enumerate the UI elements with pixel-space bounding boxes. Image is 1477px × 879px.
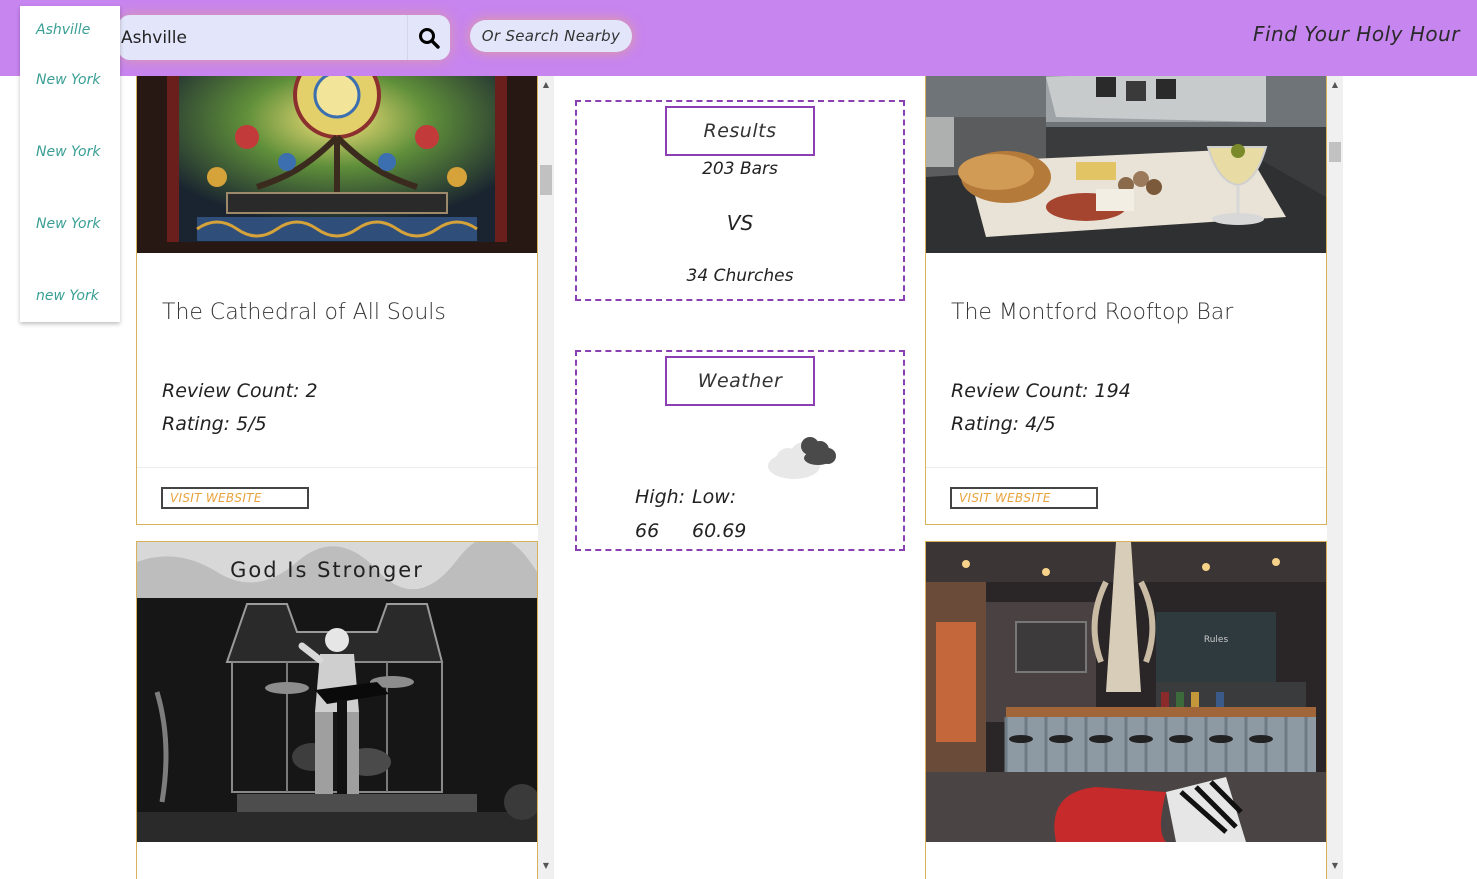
church-image: God Is Stronger: [137, 542, 537, 842]
bar-image: [926, 76, 1326, 253]
scroll-up-arrow-icon[interactable]: ▲: [1327, 78, 1343, 92]
site-tagline: Find Your Holy Hour: [1253, 22, 1460, 46]
search-input[interactable]: [121, 19, 401, 56]
suggestion-item[interactable]: new York: [36, 285, 118, 307]
svg-text:Rules: Rules: [1204, 635, 1229, 645]
bars-scrollbar[interactable]: ▲ ▼: [1327, 76, 1343, 879]
church-image: [137, 76, 537, 253]
scroll-down-arrow-icon[interactable]: ▼: [1327, 859, 1343, 873]
church-rating: Rating: 5/5: [162, 413, 267, 435]
churches-column: The Cathedral of All Souls Review Count:…: [120, 76, 555, 879]
cloudy-icon: [768, 437, 836, 479]
suggestion-item[interactable]: Ashville: [36, 19, 118, 41]
bar-image: Rules: [926, 542, 1326, 842]
results-header: Results: [665, 106, 815, 156]
scroll-up-arrow-icon[interactable]: ▲: [538, 78, 554, 92]
suggestion-item[interactable]: New York: [36, 69, 118, 91]
low-temp-value: 60.69: [692, 520, 747, 542]
suggestion-item[interactable]: New York: [36, 213, 118, 235]
church-review-count: Review Count: 2: [162, 380, 318, 402]
top-header-bar: Or Search Nearby Find Your Holy Hour: [0, 0, 1477, 76]
city-suggestions-dropdown: Ashville New York New York New York new …: [20, 6, 120, 322]
suggestion-item[interactable]: New York: [36, 141, 118, 163]
church-image-caption: God Is Stronger: [230, 558, 424, 582]
churches-count: 34 Churches: [686, 266, 794, 286]
results-panel: Results 203 Bars VS 34 Churches: [575, 100, 905, 301]
weather-panel: Weather High: Low: 66 60.69: [575, 350, 905, 551]
low-temp-label: Low:: [692, 486, 737, 508]
church-card: The Cathedral of All Souls Review Count:…: [136, 76, 538, 525]
high-temp-label: High:: [635, 486, 686, 508]
bar-review-count: Review Count: 194: [951, 380, 1131, 402]
visit-website-button[interactable]: VISIT WEBSITE: [161, 487, 309, 509]
card-divider: [926, 467, 1326, 468]
bar-title: The Montford Rooftop Bar: [951, 300, 1234, 325]
church-card: God Is Stronger: [136, 541, 538, 879]
bar-rating: Rating: 4/5: [951, 413, 1056, 435]
search-button[interactable]: [407, 15, 450, 60]
churches-scrollbar[interactable]: ▲ ▼: [538, 76, 554, 879]
search-box: [118, 15, 450, 60]
high-temp-value: 66: [635, 520, 660, 542]
search-icon: [419, 27, 440, 49]
scroll-thumb[interactable]: [540, 165, 552, 195]
church-title: The Cathedral of All Souls: [162, 300, 446, 325]
bar-card: The Montford Rooftop Bar Review Count: 1…: [925, 76, 1327, 525]
visit-website-button[interactable]: VISIT WEBSITE: [950, 487, 1098, 509]
bars-count: 203 Bars: [702, 159, 778, 179]
scroll-thumb[interactable]: [1329, 142, 1341, 162]
bar-card: Rules: [925, 541, 1327, 879]
scroll-down-arrow-icon[interactable]: ▼: [538, 859, 554, 873]
search-nearby-button[interactable]: Or Search Nearby: [470, 20, 632, 52]
card-divider: [137, 467, 537, 468]
weather-header: Weather: [665, 356, 815, 406]
bars-column: The Montford Rooftop Bar Review Count: 1…: [909, 76, 1344, 879]
versus-label: VS: [726, 211, 754, 235]
